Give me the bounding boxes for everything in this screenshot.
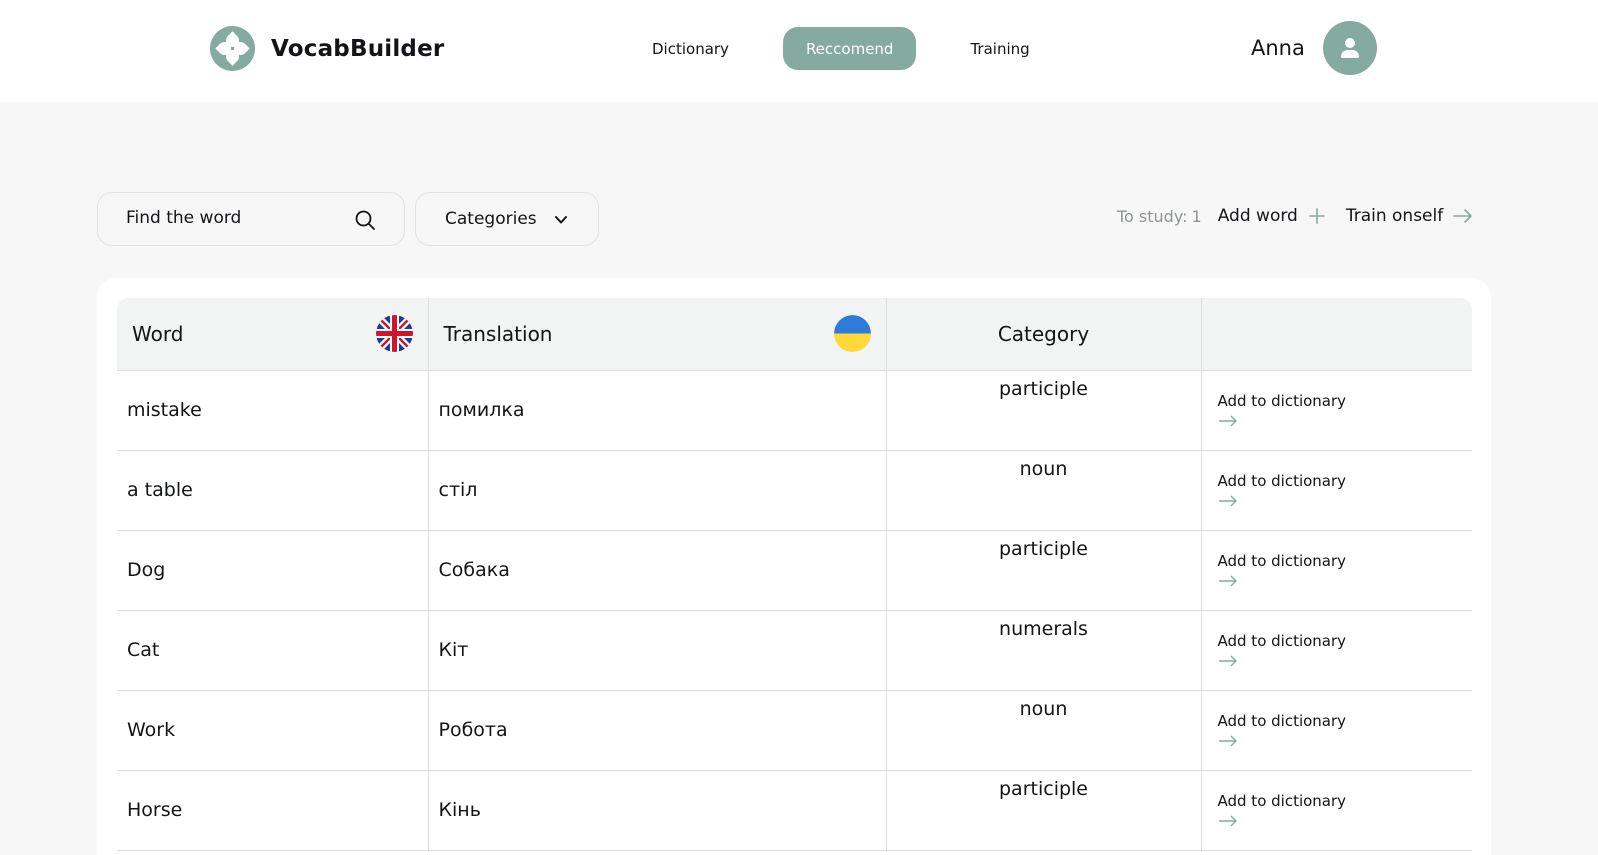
add-to-dictionary-label: Add to dictionary [1217,712,1347,730]
logo-icon [210,26,255,71]
brand-logo[interactable]: VocabBuilder [210,26,444,71]
add-to-dictionary-button[interactable]: Add to dictionary [1201,770,1472,851]
main-nav: Dictionary Reccomend Training [632,27,1050,70]
translation-cell: Кіт [428,610,887,691]
arrow-right-icon [1218,495,1237,507]
arrow-right-icon [1218,815,1237,827]
nav-reccomend[interactable]: Reccomend [782,27,917,70]
ua-flag-icon [833,315,871,352]
add-word-button[interactable]: Add word [1218,206,1298,226]
word-cell: Horse [117,770,429,851]
search-placeholder: Find the word [126,208,242,228]
arrow-right-icon [1218,735,1237,747]
words-table-card: Word Translation Category mistake помилк… [97,278,1491,855]
header-translation: Translation [428,298,887,371]
translation-cell: стіл [428,450,887,531]
category-cell: noun [886,450,1202,531]
search-icon[interactable] [354,209,376,231]
table-header-row: Word Translation Category [117,298,1472,371]
word-cell: a table [117,450,429,531]
user-avatar-icon[interactable] [1322,21,1377,75]
header-word: Word [117,298,429,371]
word-cell: Work [117,690,429,771]
uk-flag-icon [375,315,413,352]
table-row: a table стіл noun Add to dictionary [117,450,1472,531]
category-cell: participle [886,770,1202,851]
table-row: mistake помилка participle Add to dictio… [117,370,1472,451]
add-to-dictionary-button[interactable]: Add to dictionary [1201,530,1472,611]
word-cell: Cat [117,610,429,691]
translation-cell: Кінь [428,770,887,851]
top-header: VocabBuilder Dictionary Reccomend Traini… [0,0,1598,102]
word-cell: Dog [117,530,429,611]
search-input[interactable]: Find the word [97,192,405,246]
train-onself-button[interactable]: Train onself [1346,206,1443,226]
add-to-dictionary-button[interactable]: Add to dictionary [1201,370,1472,451]
category-cell: numerals [886,610,1202,691]
user-menu[interactable]: Anna [1251,21,1377,75]
plus-icon[interactable] [1308,207,1326,225]
user-name: Anna [1251,36,1305,60]
arrow-right-icon [1218,415,1237,427]
toolbar-actions: To study: 1 Add word Train onself [1117,206,1473,226]
arrow-right-icon [1218,655,1237,667]
category-cell: noun [886,690,1202,771]
translation-cell: Собака [428,530,887,611]
translation-cell: Робота [428,690,887,771]
add-to-dictionary-label: Add to dictionary [1217,792,1347,810]
header-category: Category [886,298,1202,371]
add-to-dictionary-label: Add to dictionary [1217,552,1347,570]
nav-dictionary[interactable]: Dictionary [632,27,749,70]
translation-cell: помилка [428,370,887,451]
words-table: Word Translation Category mistake помилк… [117,298,1472,851]
category-cell: participle [886,370,1202,451]
table-row: Horse Кінь participle Add to dictionary [117,770,1472,851]
add-to-dictionary-label: Add to dictionary [1217,392,1347,410]
arrow-right-icon [1218,575,1237,587]
arrow-right-icon[interactable] [1453,207,1473,225]
word-cell: mistake [117,370,429,451]
nav-training[interactable]: Training [950,27,1049,70]
header-action [1201,298,1472,371]
add-to-dictionary-button[interactable]: Add to dictionary [1201,450,1472,531]
to-study-label: To study: [1117,206,1188,226]
chevron-down-icon [555,216,567,224]
add-to-dictionary-button[interactable]: Add to dictionary [1201,610,1472,691]
table-row: Work Робота noun Add to dictionary [117,690,1472,771]
table-row: Cat Кіт numerals Add to dictionary [117,610,1472,691]
to-study-count: 1 [1191,206,1202,226]
categories-select[interactable]: Categories [415,192,599,246]
category-cell: participle [886,530,1202,611]
brand-name: VocabBuilder [271,35,445,62]
add-to-dictionary-label: Add to dictionary [1217,472,1347,490]
categories-label: Categories [445,209,537,229]
add-to-dictionary-label: Add to dictionary [1217,632,1347,650]
add-to-dictionary-button[interactable]: Add to dictionary [1201,690,1472,771]
table-row: Dog Собака participle Add to dictionary [117,530,1472,611]
